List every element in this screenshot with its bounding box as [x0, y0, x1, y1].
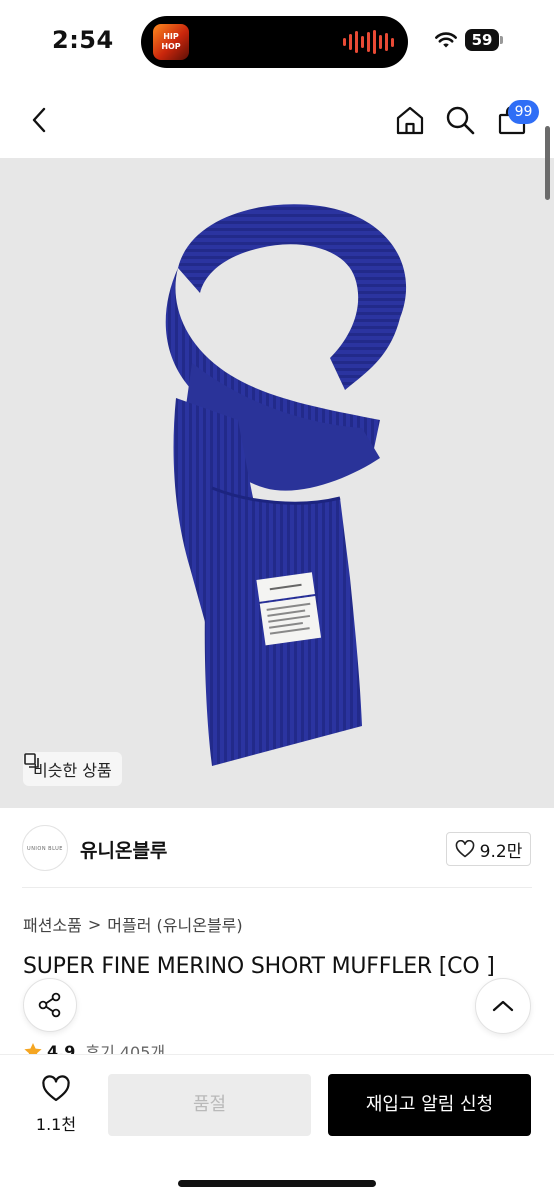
- chevron-left-icon: [32, 107, 46, 133]
- wifi-icon: [435, 32, 457, 48]
- heart-icon: [455, 840, 474, 858]
- scroll-to-top-button[interactable]: [475, 978, 531, 1034]
- breadcrumb-separator: >: [87, 914, 102, 934]
- scrollbar[interactable]: [545, 126, 550, 200]
- share-icon: [38, 992, 61, 1018]
- clock: 2:54: [52, 26, 114, 54]
- divider: [22, 887, 532, 888]
- breadcrumb-category[interactable]: 패션소품: [23, 912, 82, 936]
- home-icon: [396, 106, 424, 135]
- home-indicator[interactable]: [178, 1180, 376, 1187]
- now-playing-artwork: HIP HOP: [153, 24, 189, 60]
- brand-like-button[interactable]: 9.2만: [446, 832, 531, 866]
- brand-logo[interactable]: UNION BLUE: [22, 825, 68, 871]
- top-nav: [0, 84, 554, 158]
- brand-row: UNION BLUE 유니온블루 9.2만: [0, 808, 554, 888]
- share-button[interactable]: [23, 978, 77, 1032]
- brand-logo-text: UNION BLUE: [27, 846, 63, 852]
- battery-level: 59: [471, 31, 493, 49]
- brand-like-count: 9.2만: [479, 841, 523, 862]
- search-button[interactable]: [442, 102, 478, 138]
- wishlist-button[interactable]: 1.1천: [30, 1075, 82, 1135]
- chevron-up-icon: [492, 1000, 514, 1012]
- soldout-button[interactable]: 품절: [108, 1074, 311, 1136]
- breadcrumb: 패션소품 > 머플러 (유니온블루): [23, 912, 243, 936]
- wishlist-count: 1.1천: [35, 1115, 77, 1134]
- restock-alert-button[interactable]: 재입고 알림 신청: [328, 1074, 531, 1136]
- scarf-image: [165, 204, 407, 766]
- bottom-action-bar: 1.1천 품절 재입고 알림 신청: [0, 1054, 554, 1200]
- status-bar: 2:54 HIP HOP 59: [0, 0, 554, 84]
- product-image[interactable]: 비슷한 상품: [0, 158, 554, 808]
- cart-count-badge: 99: [508, 100, 539, 124]
- similar-products-button[interactable]: 비슷한 상품: [23, 752, 122, 786]
- product-title: SUPER FINE MERINO SHORT MUFFLER [CO ]: [23, 954, 495, 979]
- dynamic-island[interactable]: HIP HOP: [141, 16, 408, 68]
- breadcrumb-subcategory[interactable]: 머플러 (유니온블루): [107, 912, 242, 936]
- back-button[interactable]: [22, 102, 58, 138]
- home-button[interactable]: [392, 102, 428, 138]
- brand-name[interactable]: 유니온블루: [80, 836, 167, 863]
- audio-waveform-icon: [343, 30, 394, 54]
- copy-icon: [24, 753, 39, 768]
- heart-icon: [42, 1075, 70, 1102]
- similar-products-label: 비슷한 상품: [33, 761, 112, 780]
- battery-icon: 59: [465, 29, 503, 51]
- now-playing-artwork-text: HIP HOP: [161, 32, 181, 51]
- search-icon: [446, 106, 475, 135]
